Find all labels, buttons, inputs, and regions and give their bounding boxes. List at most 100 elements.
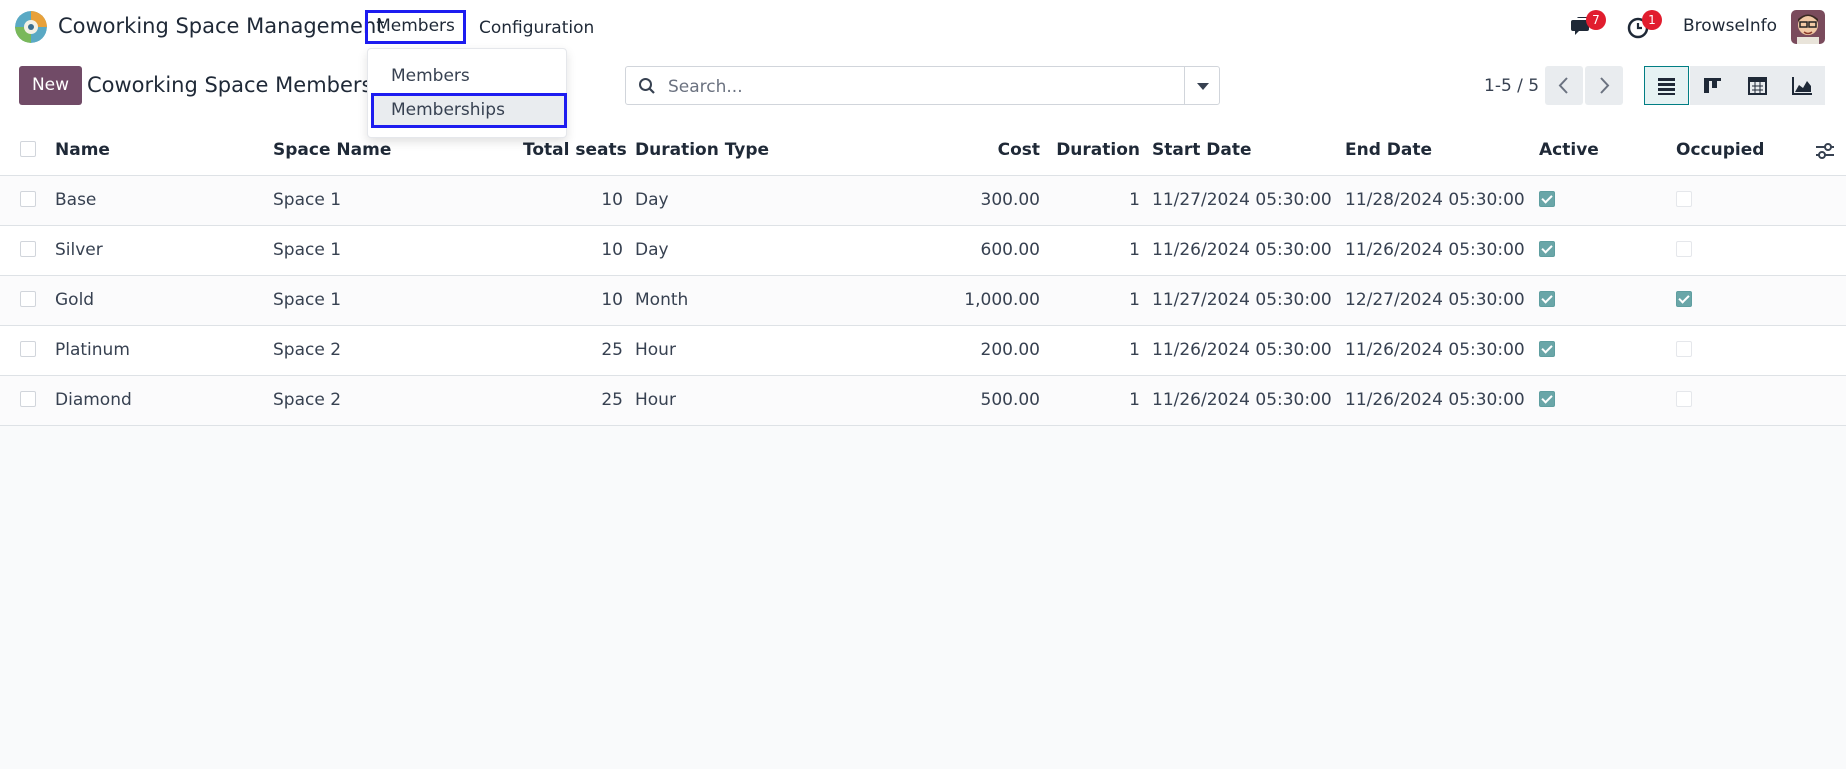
column-header-duration-type[interactable]: Duration Type — [635, 140, 769, 160]
area-chart-icon — [1792, 77, 1812, 95]
cell-name: Gold — [55, 290, 95, 310]
table-row[interactable]: Base Space 1 10 Day 300.00 1 11/27/2024 … — [0, 176, 1846, 226]
cell-total-seats: 10 — [601, 240, 623, 260]
search-options-toggle[interactable] — [1184, 66, 1220, 105]
new-button[interactable]: New — [19, 66, 82, 105]
messages-button[interactable]: 7 — [1570, 10, 1606, 40]
chevron-left-icon — [1558, 77, 1568, 94]
cell-cost: 1,000.00 — [964, 290, 1040, 310]
app-title[interactable]: Coworking Space Management — [58, 14, 384, 38]
column-header-space-name[interactable]: Space Name — [273, 140, 391, 160]
menu-members[interactable]: Members — [365, 10, 466, 44]
pager-previous-button[interactable] — [1545, 66, 1583, 105]
calendar-icon — [1748, 77, 1767, 95]
row-checkbox[interactable] — [20, 291, 36, 307]
list-icon — [1658, 78, 1675, 95]
occupied-checkbox[interactable] — [1676, 341, 1692, 357]
control-panel: New Coworking Space Memberships 1-5 / 5 — [0, 54, 1846, 127]
cell-total-seats: 10 — [601, 190, 623, 210]
list-view-button[interactable] — [1644, 66, 1689, 105]
cell-cost: 600.00 — [980, 240, 1040, 260]
cell-start-date: 11/26/2024 05:30:00 — [1152, 390, 1332, 410]
cell-space-name: Space 2 — [273, 340, 342, 360]
cell-end-date: 11/26/2024 05:30:00 — [1345, 340, 1525, 360]
column-header-occupied[interactable]: Occupied — [1676, 140, 1764, 160]
column-header-active[interactable]: Active — [1539, 140, 1599, 160]
cell-end-date: 11/26/2024 05:30:00 — [1345, 390, 1525, 410]
cell-duration-type: Day — [635, 190, 669, 210]
column-header-end-date[interactable]: End Date — [1345, 140, 1432, 160]
cell-duration: 1 — [1129, 390, 1140, 410]
search-input[interactable] — [666, 67, 1190, 106]
table-row[interactable]: Platinum Space 2 25 Hour 200.00 1 11/26/… — [0, 326, 1846, 376]
search-icon — [639, 78, 655, 94]
memberships-table: Name Space Name Total seats Duration Typ… — [0, 126, 1846, 426]
cell-start-date: 11/26/2024 05:30:00 — [1152, 340, 1332, 360]
active-checkbox[interactable] — [1539, 241, 1555, 257]
cell-duration: 1 — [1129, 290, 1140, 310]
pager-next-button[interactable] — [1585, 66, 1623, 105]
table-row[interactable]: Gold Space 1 10 Month 1,000.00 1 11/27/2… — [0, 276, 1846, 326]
cell-name: Base — [55, 190, 97, 210]
row-checkbox[interactable] — [20, 391, 36, 407]
active-checkbox[interactable] — [1539, 191, 1555, 207]
cell-name: Platinum — [55, 340, 130, 360]
menu-configuration[interactable]: Configuration — [479, 14, 594, 42]
cell-name: Silver — [55, 240, 103, 260]
cell-end-date: 11/28/2024 05:30:00 — [1345, 190, 1525, 210]
occupied-checkbox[interactable] — [1676, 191, 1692, 207]
row-checkbox[interactable] — [20, 341, 36, 357]
cell-duration-type: Hour — [635, 390, 676, 410]
column-header-duration[interactable]: Duration — [1040, 140, 1140, 160]
table-body: Base Space 1 10 Day 300.00 1 11/27/2024 … — [0, 176, 1846, 426]
row-checkbox[interactable] — [20, 241, 36, 257]
user-avatar[interactable] — [1791, 10, 1825, 44]
occupied-checkbox[interactable] — [1676, 241, 1692, 257]
graph-view-button[interactable] — [1780, 66, 1825, 105]
cell-duration-type: Day — [635, 240, 669, 260]
active-checkbox[interactable] — [1539, 391, 1555, 407]
cell-duration: 1 — [1129, 240, 1140, 260]
kanban-icon — [1704, 78, 1721, 93]
cell-total-seats: 25 — [601, 390, 623, 410]
dropdown-item-memberships[interactable]: Memberships — [371, 93, 567, 128]
search-bar — [625, 66, 1220, 106]
user-name[interactable]: BrowseInfo — [1683, 16, 1777, 36]
table-row[interactable]: Diamond Space 2 25 Hour 500.00 1 11/26/2… — [0, 376, 1846, 426]
cell-cost: 300.00 — [980, 190, 1040, 210]
cell-cost: 200.00 — [980, 340, 1040, 360]
cell-end-date: 11/26/2024 05:30:00 — [1345, 240, 1525, 260]
active-checkbox[interactable] — [1539, 341, 1555, 357]
occupied-checkbox[interactable] — [1676, 291, 1692, 307]
cell-total-seats: 10 — [601, 290, 623, 310]
row-checkbox[interactable] — [20, 191, 36, 207]
column-header-cost[interactable]: Cost — [940, 140, 1040, 160]
cell-duration: 1 — [1129, 190, 1140, 210]
breadcrumb: Coworking Space Memberships — [87, 73, 372, 97]
table-row[interactable]: Silver Space 1 10 Day 600.00 1 11/26/202… — [0, 226, 1846, 276]
cell-name: Diamond — [55, 390, 132, 410]
dropdown-item-members[interactable]: Members — [391, 66, 470, 86]
cell-start-date: 11/27/2024 05:30:00 — [1152, 290, 1332, 310]
cell-duration: 1 — [1129, 340, 1140, 360]
occupied-checkbox[interactable] — [1676, 391, 1692, 407]
cell-duration-type: Hour — [635, 340, 676, 360]
app-logo-icon[interactable] — [15, 11, 47, 43]
column-header-name[interactable]: Name — [55, 140, 110, 160]
active-checkbox[interactable] — [1539, 291, 1555, 307]
cell-end-date: 12/27/2024 05:30:00 — [1345, 290, 1525, 310]
column-header-total-seats[interactable]: Total seats — [523, 140, 627, 160]
calendar-view-button[interactable] — [1735, 66, 1780, 105]
kanban-view-button[interactable] — [1690, 66, 1735, 105]
table-header: Name Space Name Total seats Duration Typ… — [0, 126, 1846, 176]
activities-button[interactable]: 1 — [1626, 10, 1662, 40]
messages-badge: 7 — [1586, 10, 1606, 30]
pager-value[interactable]: 1-5 / 5 — [1484, 76, 1539, 96]
members-dropdown: Members Memberships — [367, 48, 567, 138]
activities-badge: 1 — [1642, 10, 1662, 30]
select-all-checkbox[interactable] — [20, 141, 36, 157]
column-header-start-date[interactable]: Start Date — [1152, 140, 1252, 160]
cell-space-name: Space 1 — [273, 240, 342, 260]
top-navbar: Coworking Space Management Members Confi… — [0, 0, 1846, 54]
optional-columns-icon[interactable] — [1815, 142, 1835, 160]
